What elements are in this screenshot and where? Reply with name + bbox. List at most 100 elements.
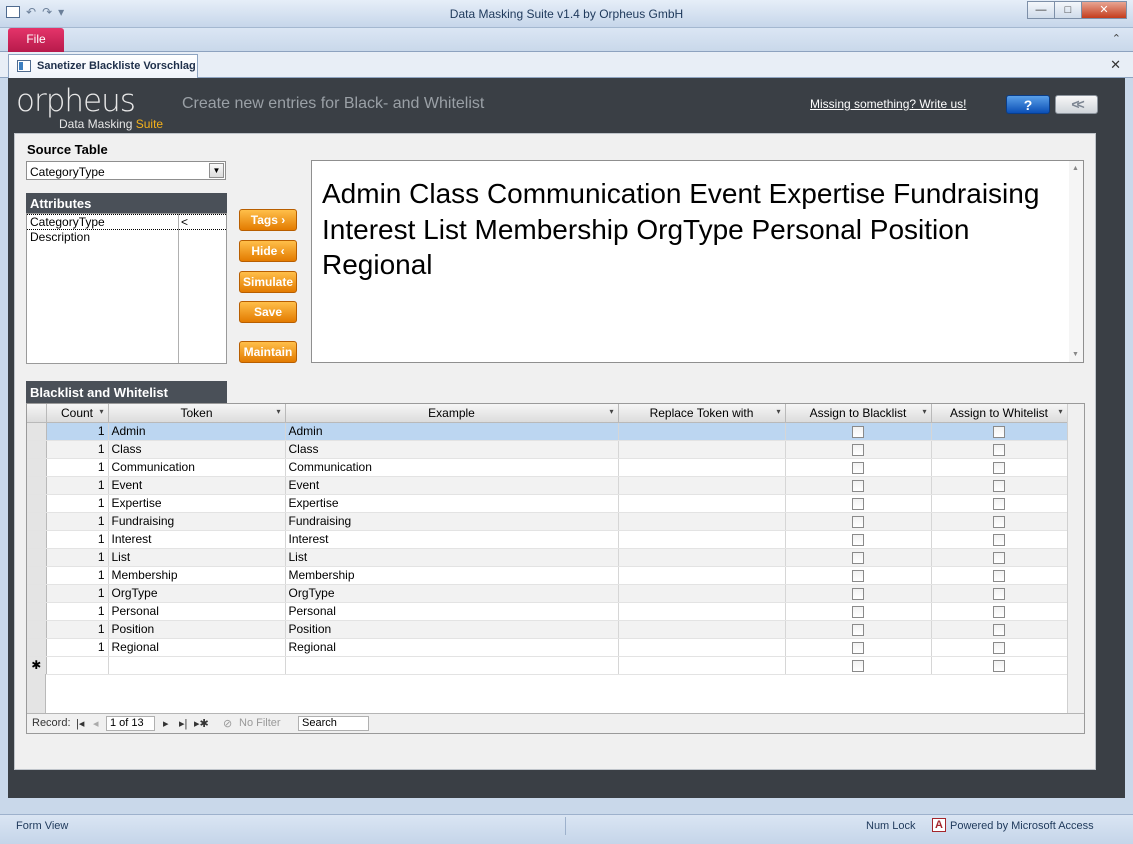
example-cell[interactable]: Fundraising <box>285 512 619 531</box>
checkbox[interactable] <box>852 659 864 672</box>
blacklist-checkbox-cell[interactable] <box>785 620 932 639</box>
source-table-combo[interactable]: CategoryType ▼ <box>26 161 226 180</box>
missing-something-link[interactable]: Missing something? Write us! <box>810 97 967 111</box>
table-row[interactable]: 1 OrgType OrgType <box>27 584 1068 603</box>
sort-filter-icon[interactable]: ▾ <box>1058 407 1062 416</box>
list-item[interactable]: Description <box>27 230 226 246</box>
prev-record-icon[interactable]: ◂ <box>93 717 99 730</box>
table-row[interactable]: 1 Membership Membership <box>27 566 1068 585</box>
token-cell[interactable]: Admin <box>108 422 286 441</box>
sort-filter-icon[interactable]: ▾ <box>922 407 926 416</box>
vertical-scrollbar[interactable]: ▲ ▼ <box>1069 161 1083 362</box>
back-button[interactable]: << <box>1055 95 1098 114</box>
row-selector[interactable] <box>27 638 47 657</box>
row-selector[interactable] <box>27 602 47 621</box>
checkbox[interactable] <box>993 551 1005 564</box>
replace-cell[interactable] <box>618 458 786 477</box>
row-selector[interactable]: ✱ <box>27 656 47 675</box>
current-record-input[interactable]: 1 of 13 <box>106 716 155 731</box>
checkbox[interactable] <box>993 569 1005 582</box>
count-cell[interactable]: 1 <box>46 458 109 477</box>
checkbox[interactable] <box>993 623 1005 636</box>
table-row[interactable]: 1 Communication Communication <box>27 458 1068 477</box>
table-row[interactable]: 1 List List <box>27 548 1068 567</box>
scroll-up-icon[interactable]: ▲ <box>1072 165 1079 172</box>
hide-button[interactable]: Hide ‹ <box>239 240 297 262</box>
example-cell[interactable]: Membership <box>285 566 619 585</box>
token-cell[interactable] <box>108 656 286 675</box>
count-cell[interactable]: 1 <box>46 494 109 513</box>
count-cell[interactable]: 1 <box>46 638 109 657</box>
example-cell[interactable]: Regional <box>285 638 619 657</box>
checkbox[interactable] <box>993 515 1005 528</box>
whitelist-checkbox-cell[interactable] <box>931 458 1068 477</box>
example-cell[interactable]: Admin <box>285 422 619 441</box>
whitelist-checkbox-cell[interactable] <box>931 476 1068 495</box>
table-row[interactable]: 1 Event Event <box>27 476 1068 495</box>
blacklist-checkbox-cell[interactable] <box>785 602 932 621</box>
collapse-ribbon-icon[interactable]: ⌃ <box>1112 32 1121 45</box>
list-item[interactable]: CategoryType < <box>27 214 226 230</box>
blacklist-checkbox-cell[interactable] <box>785 584 932 603</box>
count-cell[interactable]: 1 <box>46 602 109 621</box>
blacklist-checkbox-cell[interactable] <box>785 566 932 585</box>
table-row[interactable]: 1 Position Position <box>27 620 1068 639</box>
sort-filter-icon[interactable]: ▾ <box>276 407 280 416</box>
example-cell[interactable]: List <box>285 548 619 567</box>
file-tab[interactable]: File <box>8 28 64 52</box>
whitelist-checkbox-cell[interactable] <box>931 638 1068 657</box>
replace-cell[interactable] <box>618 422 786 441</box>
new-record-icon[interactable]: ▸✱ <box>194 717 209 730</box>
first-record-icon[interactable]: |◂ <box>76 717 84 730</box>
checkbox[interactable] <box>993 533 1005 546</box>
blacklist-checkbox-cell[interactable] <box>785 422 932 441</box>
token-cell[interactable]: List <box>108 548 286 567</box>
checkbox[interactable] <box>852 461 864 474</box>
blacklist-checkbox-cell[interactable] <box>785 548 932 567</box>
replace-cell[interactable] <box>618 566 786 585</box>
whitelist-checkbox-cell[interactable] <box>931 530 1068 549</box>
sort-filter-icon[interactable]: ▾ <box>776 407 780 416</box>
maximize-button[interactable]: □ <box>1054 1 1082 19</box>
checkbox[interactable] <box>993 443 1005 456</box>
blacklist-checkbox-cell[interactable] <box>785 458 932 477</box>
count-cell[interactable]: 1 <box>46 440 109 459</box>
replace-cell[interactable] <box>618 548 786 567</box>
select-all-cell[interactable] <box>27 404 47 423</box>
whitelist-checkbox-cell[interactable] <box>931 602 1068 621</box>
attributes-list[interactable]: CategoryType < Description <box>26 213 227 364</box>
checkbox[interactable] <box>993 659 1005 672</box>
count-cell[interactable]: 1 <box>46 422 109 441</box>
table-row[interactable]: 1 Admin Admin <box>27 422 1068 441</box>
token-cell[interactable]: Personal <box>108 602 286 621</box>
save-button[interactable]: Save <box>239 301 297 323</box>
no-filter-button[interactable]: No Filter <box>239 717 281 729</box>
row-selector[interactable] <box>27 584 47 603</box>
filter-icon[interactable]: ⊘ <box>223 717 232 730</box>
replace-cell[interactable] <box>618 602 786 621</box>
replace-cell[interactable] <box>618 656 786 675</box>
token-cell[interactable]: Fundraising <box>108 512 286 531</box>
token-cell[interactable]: Regional <box>108 638 286 657</box>
replace-cell[interactable] <box>618 476 786 495</box>
whitelist-checkbox-cell[interactable] <box>931 422 1068 441</box>
count-cell[interactable]: 1 <box>46 512 109 531</box>
blacklist-checkbox-cell[interactable] <box>785 494 932 513</box>
new-record-row[interactable]: ✱ <box>27 656 1068 675</box>
close-button[interactable]: ✕ <box>1081 1 1127 19</box>
blacklist-checkbox-cell[interactable] <box>785 476 932 495</box>
replace-cell[interactable] <box>618 512 786 531</box>
count-cell[interactable]: 1 <box>46 566 109 585</box>
example-cell[interactable]: OrgType <box>285 584 619 603</box>
whitelist-checkbox-cell[interactable] <box>931 566 1068 585</box>
column-header-example[interactable]: Example ▾ <box>285 404 619 423</box>
column-header-token[interactable]: Token ▾ <box>108 404 286 423</box>
row-selector[interactable] <box>27 530 47 549</box>
preview-textbox[interactable]: Admin Class Communication Event Expertis… <box>311 160 1084 363</box>
checkbox[interactable] <box>852 533 864 546</box>
close-document-icon[interactable]: ✕ <box>1110 57 1121 73</box>
checkbox[interactable] <box>993 497 1005 510</box>
checkbox[interactable] <box>852 497 864 510</box>
tags-button[interactable]: Tags › <box>239 209 297 231</box>
sort-filter-icon[interactable]: ▾ <box>99 407 103 416</box>
